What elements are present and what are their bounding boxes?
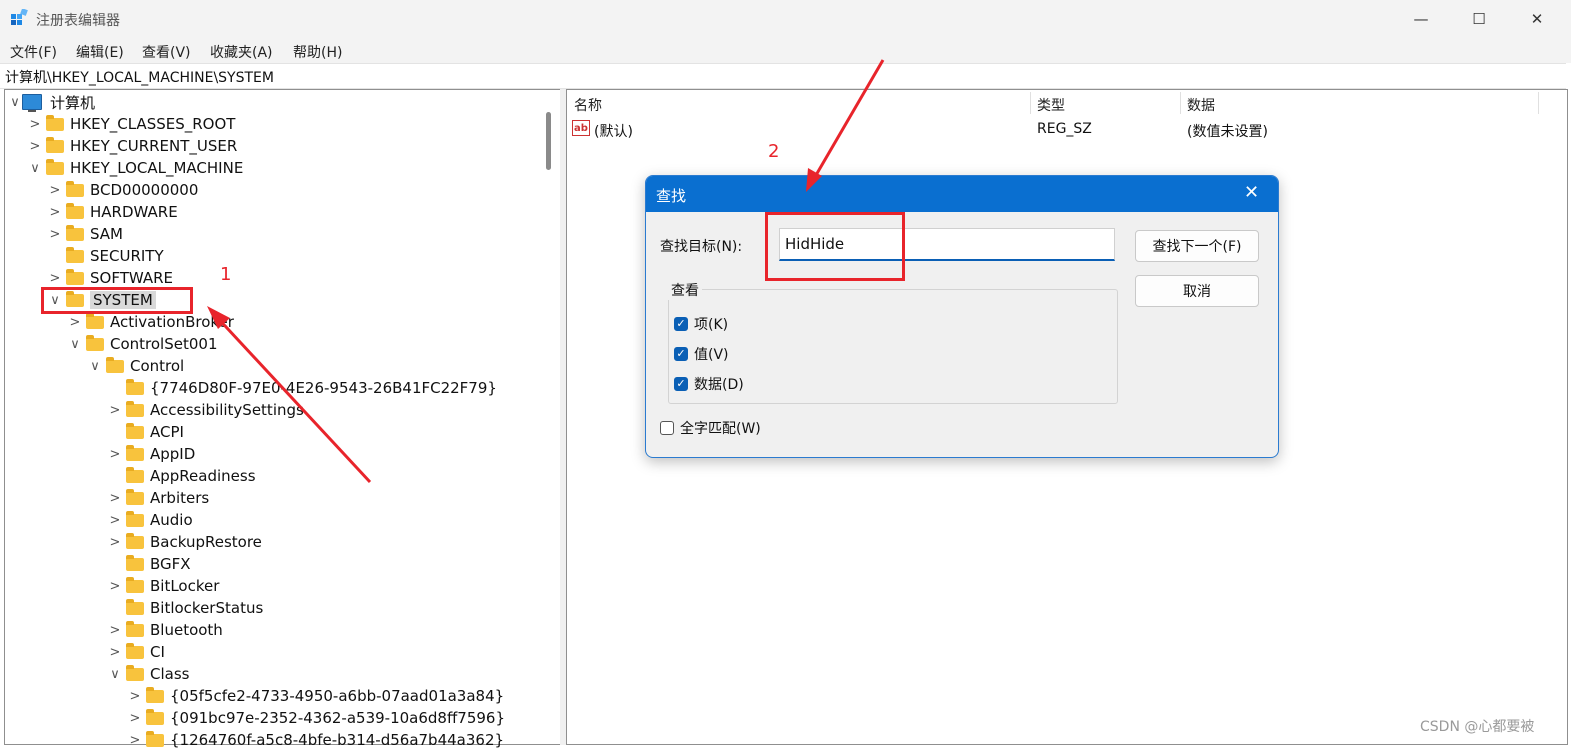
arrow-line-2 <box>810 59 885 183</box>
watermark: CSDN @心都要被 <box>1420 719 1535 735</box>
annotation-arrows <box>207 59 885 484</box>
arrow-line-1 <box>212 312 372 484</box>
